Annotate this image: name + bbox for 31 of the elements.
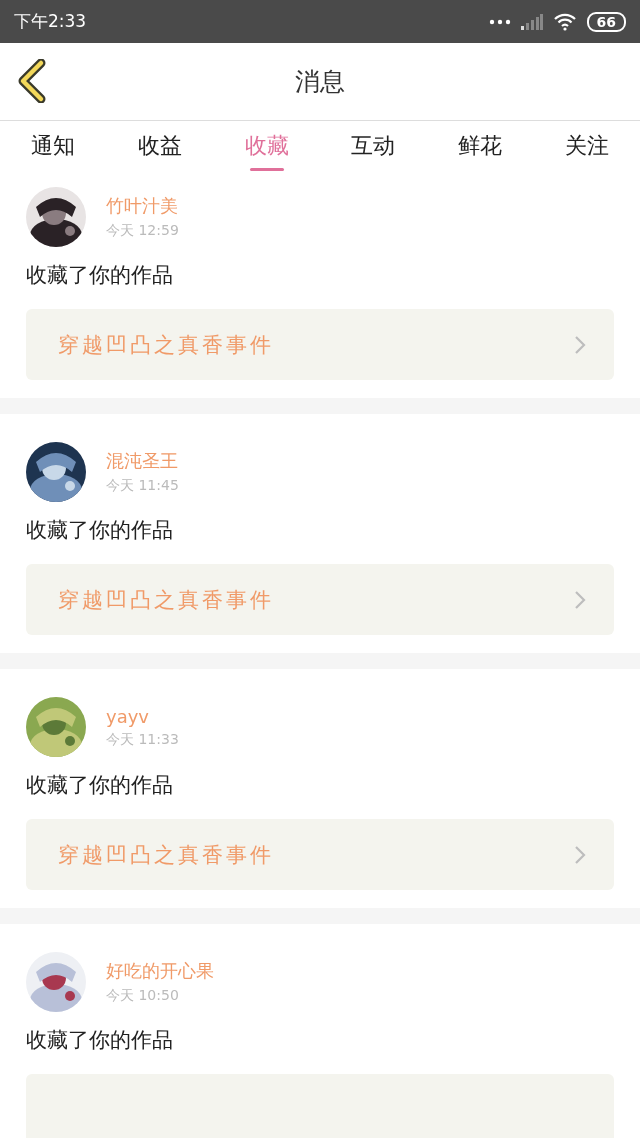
- signal-icon: [520, 13, 543, 30]
- user-name[interactable]: 好吃的开心果: [106, 959, 214, 983]
- back-icon[interactable]: [17, 59, 47, 103]
- message-time: 今天 12:59: [106, 222, 179, 240]
- tab[interactable]: 收益: [106, 121, 214, 171]
- message-text: 收藏了你的作品: [26, 772, 174, 799]
- tab[interactable]: 通知: [0, 121, 107, 171]
- message-time: 今天 11:33: [106, 730, 179, 749]
- tab[interactable]: 鲜花: [426, 121, 534, 171]
- battery-indicator: 66: [586, 11, 626, 32]
- user-name[interactable]: 混沌圣王: [106, 449, 179, 473]
- user-name[interactable]: yayv: [106, 705, 179, 727]
- page-title: 消息: [295, 66, 345, 98]
- tab[interactable]: 收藏: [213, 121, 320, 171]
- chevron-right-icon: [574, 334, 586, 355]
- status-time: 下午2:33: [14, 10, 87, 33]
- tab[interactable]: 互动: [320, 121, 427, 171]
- work-link[interactable]: 穿越凹凸之真香事件: [26, 564, 614, 635]
- wifi-icon: [552, 12, 577, 31]
- message-time: 今天 10:50: [106, 987, 180, 1005]
- more-dots-icon: [488, 18, 511, 25]
- message-text: 收藏了你的作品: [26, 262, 174, 289]
- message-text: 收藏了你的作品: [26, 517, 174, 544]
- chevron-right-icon: [574, 589, 586, 610]
- message-text: 收藏了你的作品: [26, 1027, 174, 1054]
- work-link[interactable]: 穿越凹凸之真香事件: [26, 309, 614, 380]
- chevron-right-icon: [574, 844, 586, 865]
- user-name[interactable]: 竹叶汁美: [106, 194, 179, 218]
- tab[interactable]: 关注: [533, 121, 640, 171]
- work-link[interactable]: 穿越凹凸之真香事件: [26, 819, 614, 890]
- message-time: 今天 11:45: [106, 477, 179, 495]
